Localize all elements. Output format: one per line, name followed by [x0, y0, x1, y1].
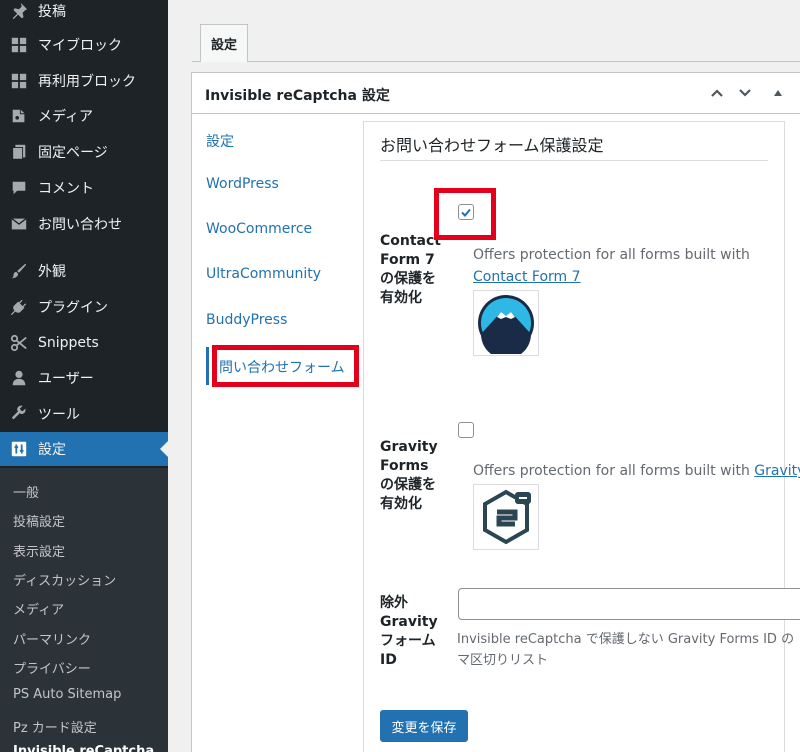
exclude-help-text-2: マ区切りリスト — [457, 653, 549, 668]
main-content: 設定 Invisible reCaptcha 設定 設定 WordPress W… — [168, 0, 800, 752]
grid-icon — [8, 34, 30, 56]
menu-media[interactable]: メディア — [0, 99, 168, 133]
vtab-ultracommunity[interactable]: UltraCommunity — [206, 266, 321, 282]
menu-plugins[interactable]: プラグイン — [0, 290, 168, 324]
postbox-header: Invisible reCaptcha 設定 — [192, 73, 800, 114]
menu-contact[interactable]: お問い合わせ — [0, 207, 168, 241]
vtab-buddypress[interactable]: BuddyPress — [206, 312, 287, 328]
brush-icon — [8, 260, 30, 282]
user-icon — [8, 367, 30, 389]
toggle-panel-button[interactable] — [768, 83, 788, 103]
menu-label: 外観 — [38, 264, 66, 280]
menu-posts[interactable]: 投稿 — [0, 0, 168, 28]
scissors-icon — [8, 332, 30, 354]
panel-divider — [380, 160, 768, 161]
panel-title: お問い合わせフォーム保護設定 — [380, 136, 604, 155]
menu-label: プラグイン — [38, 300, 108, 316]
pin-icon — [8, 0, 30, 22]
menu-reusable-blocks[interactable]: 再利用ブロック — [0, 64, 168, 98]
gravity-link[interactable]: Gravity F — [754, 463, 800, 479]
submenu-ps-auto-sitemap[interactable]: PS Auto Sitemap — [13, 687, 121, 702]
media-icon — [8, 105, 30, 127]
comment-icon — [8, 177, 30, 199]
chevron-up-icon — [711, 89, 723, 97]
menu-tools[interactable]: ツール — [0, 397, 168, 431]
submenu-media[interactable]: メディア — [13, 599, 64, 618]
gravity-forms-logo-icon — [483, 489, 531, 545]
menu-label: ツール — [38, 407, 80, 423]
gravity-logo — [473, 484, 539, 550]
menu-label: メディア — [38, 109, 94, 125]
vtab-wordpress[interactable]: WordPress — [206, 176, 279, 192]
menu-label: 投稿 — [38, 4, 66, 20]
move-up-button[interactable] — [707, 83, 727, 103]
menu-comments[interactable]: コメント — [0, 171, 168, 205]
contact-form-protection-panel: お問い合わせフォーム保護設定 Contact Form 7 の保護を 有効化 O… — [363, 121, 800, 752]
gravity-description: Offers protection for all forms built wi… — [473, 463, 800, 479]
admin-sidebar: 投稿 マイブロック 再利用ブロック メディア 固定ページ コメント お問い合わせ… — [0, 0, 168, 752]
gravity-enable-label: Gravity Forms の保護を 有効化 — [380, 439, 438, 512]
menu-label: お問い合わせ — [38, 217, 122, 233]
menu-label: 固定ページ — [38, 145, 108, 161]
cf7-description: Offers protection for all forms built wi… — [473, 247, 750, 263]
cf7-enable-label: Contact Form 7 の保護を 有効化 — [380, 233, 441, 306]
vtab-settings[interactable]: 設定 — [206, 131, 234, 151]
exclude-help-text-1: Invisible reCaptcha で保護しない Gravity Forms… — [457, 632, 795, 647]
exclude-ids-label: 除外 Gravity フォーム ID — [380, 595, 438, 668]
menu-label: マイブロック — [38, 38, 122, 54]
plug-icon — [8, 296, 30, 318]
submenu-general[interactable]: 一般 — [13, 482, 39, 501]
postbox-title: Invisible reCaptcha 設定 — [205, 88, 390, 104]
cf7-logo — [473, 290, 539, 356]
chevron-down-icon — [739, 89, 751, 97]
menu-label: Snippets — [38, 335, 99, 351]
recaptcha-settings-box: Invisible reCaptcha 設定 設定 WordPress WooC… — [191, 72, 800, 752]
mountain-logo-icon — [478, 295, 534, 354]
menu-users[interactable]: ユーザー — [0, 361, 168, 395]
menu-label: 再利用ブロック — [38, 74, 136, 90]
submenu-pz-card[interactable]: Pz カード設定 — [13, 717, 97, 736]
submenu-permalinks[interactable]: パーマリンク — [13, 629, 91, 648]
settings-icon — [8, 438, 30, 460]
active-tab-indicator — [206, 347, 209, 385]
menu-label: ユーザー — [38, 371, 94, 387]
submenu-discussion[interactable]: ディスカッション — [13, 570, 116, 589]
gravity-enable-checkbox[interactable] — [458, 422, 474, 438]
mail-icon — [8, 213, 30, 235]
menu-pages[interactable]: 固定ページ — [0, 135, 168, 169]
menu-label: 設定 — [38, 442, 66, 458]
page-icon — [8, 141, 30, 163]
save-changes-button[interactable]: 変更を保存 — [380, 710, 468, 742]
settings-submenu: 一般 投稿設定 表示設定 ディスカッション メディア パーマリンク プライバシー… — [0, 468, 168, 752]
submenu-invisible-recaptcha[interactable]: Invisible reCaptcha — [13, 744, 154, 752]
vtab-woocommerce[interactable]: WooCommerce — [206, 221, 312, 237]
highlight-box-tab — [212, 345, 359, 387]
grid-icon — [8, 70, 30, 92]
move-down-button[interactable] — [735, 83, 755, 103]
cf7-link[interactable]: Contact Form 7 — [473, 269, 581, 285]
submenu-writing[interactable]: 投稿設定 — [13, 511, 65, 530]
menu-snippets[interactable]: Snippets — [0, 326, 168, 360]
tab-settings[interactable]: 設定 — [200, 24, 248, 62]
menu-my-blocks[interactable]: マイブロック — [0, 28, 168, 62]
highlight-box-checkbox — [434, 188, 496, 240]
triangle-up-icon — [774, 90, 782, 96]
menu-appearance[interactable]: 外観 — [0, 254, 168, 288]
exclude-gravity-ids-input[interactable] — [458, 588, 800, 620]
submenu-reading[interactable]: 表示設定 — [13, 541, 65, 560]
wrench-icon — [8, 403, 30, 425]
menu-settings[interactable]: 設定 — [0, 432, 168, 466]
menu-label: コメント — [38, 181, 94, 197]
tab-divider — [192, 61, 800, 62]
submenu-privacy[interactable]: プライバシー — [13, 658, 91, 677]
